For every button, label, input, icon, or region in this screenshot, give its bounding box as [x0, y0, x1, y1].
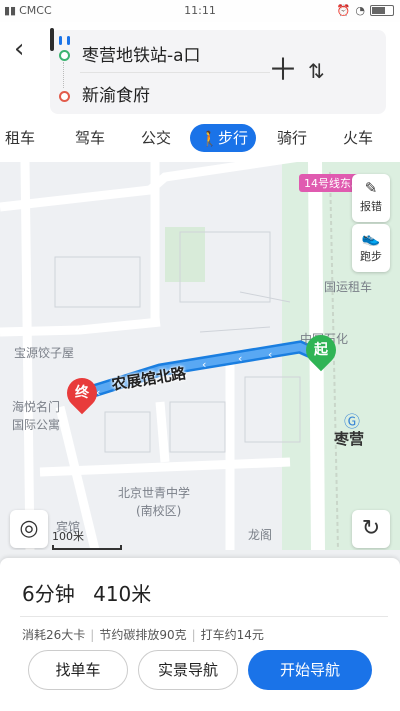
route-input-box: 枣营地铁站-a口 新渝食府 ＋ ⇅: [50, 28, 386, 114]
walk-icon: 🚶: [200, 130, 219, 148]
route-info: 消耗26大卡 | 节约碳排放90克 | 打车约14元: [22, 628, 264, 642]
run-label: 跑步: [360, 250, 382, 263]
poi-school-1[interactable]: 北京世青中学: [118, 484, 190, 501]
svg-text:‹: ‹: [202, 358, 206, 371]
route-summary-panel: 6分钟 410米 消耗26大卡 | 节约碳排放90克 | 打车约14元 找单车 实景导航…: [0, 558, 400, 711]
transport-tabs: 租车 驾车 公交 🚶 步行 骑行 火车: [0, 120, 400, 156]
tab-bike[interactable]: 骑行: [262, 124, 322, 152]
end-dot-icon: [59, 91, 70, 102]
poi-baoyuan[interactable]: 宝源饺子屋: [14, 344, 74, 361]
destination-field[interactable]: 新渝食府: [82, 81, 150, 106]
tab-train[interactable]: 火车: [328, 124, 388, 152]
map-scale-bar: [52, 545, 122, 550]
poi-guoyun[interactable]: 国运租车: [324, 278, 372, 295]
end-marker[interactable]: 终: [60, 371, 104, 415]
battery-icon: [370, 5, 394, 16]
start-navigation-button[interactable]: 开始导航: [248, 650, 372, 690]
tab-drive[interactable]: 驾车: [60, 124, 120, 152]
back-button[interactable]: ‹: [14, 34, 24, 64]
taxi-info[interactable]: 打车约14元: [201, 628, 264, 642]
tab-walk-label: 步行: [218, 129, 249, 147]
route-divider: [80, 72, 270, 73]
report-error-label: 报错: [360, 200, 382, 213]
find-bike-button[interactable]: 找单车: [28, 650, 128, 690]
shoe-icon: 👟: [361, 229, 381, 247]
locate-icon: ◎: [19, 516, 39, 541]
route-header: ‹ 枣营地铁站-a口 新渝食府 ＋ ⇅ 租车 驾车 公交 🚶 步行 骑行 火车: [0, 22, 400, 162]
route-summary: 6分钟 410米: [22, 578, 163, 607]
pencil-icon: ✎: [364, 179, 378, 197]
poi-longge[interactable]: 龙阁: [248, 526, 272, 543]
refresh-button[interactable]: ↻: [352, 510, 390, 548]
wifi-icon: ◔: [355, 4, 365, 17]
route-distance: 410米: [93, 582, 152, 606]
locate-button[interactable]: ◎: [10, 510, 48, 548]
tab-transit[interactable]: 公交: [126, 124, 186, 152]
poi-haiyue-2[interactable]: 国际公寓: [12, 416, 60, 433]
start-dot-icon: [59, 50, 70, 61]
map-scale-label: 100米: [52, 530, 84, 543]
alarm-icon: ⏰: [336, 4, 351, 17]
route-connector: [63, 62, 64, 88]
start-marker[interactable]: 起: [299, 328, 343, 372]
end-marker-label: 终: [75, 385, 89, 401]
map-view[interactable]: ‹‹‹ ‹‹‹ 14号线东段 ✎ 报错 👟 跑步 国运租车 中国石化 枣营 Ⓖ …: [0, 162, 400, 550]
subway-station-icon: Ⓖ: [344, 412, 361, 431]
route-duration: 6分钟: [22, 582, 75, 606]
poi-haiyue-1[interactable]: 海悦名门: [12, 398, 60, 415]
swap-icon[interactable]: ⇅: [308, 54, 325, 88]
status-bar: ▮▮ CMCC 11:11 ⏰ ◔: [0, 0, 400, 22]
ar-navigation-button[interactable]: 实景导航: [138, 650, 238, 690]
start-marker-label: 起: [314, 342, 328, 358]
refresh-icon: ↻: [361, 516, 381, 541]
svg-text:‹: ‹: [238, 352, 242, 365]
tab-walk[interactable]: 🚶 步行: [190, 124, 257, 152]
report-error-button[interactable]: ✎ 报错: [352, 174, 390, 222]
status-right: ⏰ ◔: [337, 4, 394, 17]
voice-assistant-icon[interactable]: [50, 28, 54, 51]
run-button[interactable]: 👟 跑步: [352, 224, 390, 272]
summary-divider: [20, 616, 388, 617]
carbon-info: 节约碳排放90克: [99, 628, 187, 642]
poi-school-2[interactable]: (南校区): [136, 502, 181, 519]
svg-text:‹: ‹: [268, 348, 272, 361]
add-waypoint-icon[interactable]: ＋: [268, 54, 298, 88]
origin-field[interactable]: 枣营地铁站-a口: [82, 41, 201, 66]
tab-rent-car[interactable]: 租车: [0, 124, 50, 152]
calories-info: 消耗26大卡: [22, 628, 86, 642]
